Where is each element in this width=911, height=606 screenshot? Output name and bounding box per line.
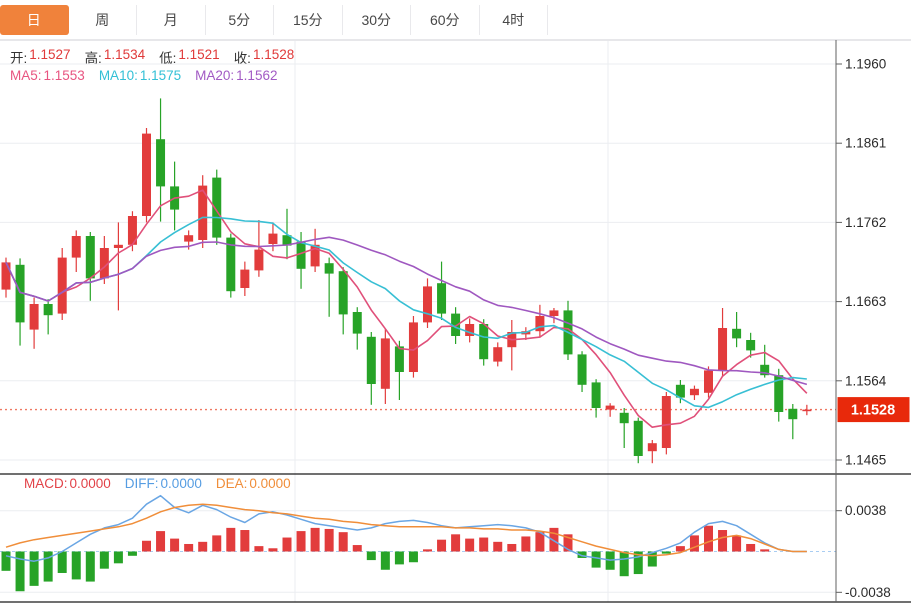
tab-30min[interactable]: 30分 <box>343 5 412 35</box>
macd-pane-histogram[interactable] <box>2 526 770 592</box>
svg-text:1.1465: 1.1465 <box>845 453 886 468</box>
svg-text:1.1960: 1.1960 <box>845 57 886 72</box>
ma10-line <box>6 217 807 407</box>
dea-line <box>6 504 807 556</box>
svg-text:0.0038: 0.0038 <box>845 503 886 518</box>
svg-text:1.1528: 1.1528 <box>851 403 895 419</box>
tab-week[interactable]: 周 <box>69 5 138 35</box>
svg-text:1.1564: 1.1564 <box>845 373 887 388</box>
tab-60min[interactable]: 60分 <box>411 5 480 35</box>
tab-15min[interactable]: 15分 <box>274 5 343 35</box>
ma20-line <box>6 237 807 384</box>
svg-text:-0.0038: -0.0038 <box>845 585 891 600</box>
tab-day[interactable]: 日 <box>0 5 69 35</box>
timeframe-tabs: 日周月5分15分30分60分4时 <box>0 0 911 40</box>
svg-text:1.1861: 1.1861 <box>845 136 886 151</box>
forex-chart-app: { "toolbar": { "tabs": [ {"id":"day","la… <box>0 0 911 606</box>
svg-text:1.1663: 1.1663 <box>845 294 886 309</box>
svg-text:1.1762: 1.1762 <box>845 215 886 230</box>
tab-month[interactable]: 月 <box>137 5 206 35</box>
chart-canvas[interactable]: 1.1960 1.1861 1.1762 1.1663 1.1564 1.1465 0.00… <box>0 40 911 606</box>
tab-4hour[interactable]: 4时 <box>480 5 549 35</box>
price-axis: 1.1960 1.1861 1.1762 1.1663 1.1564 1.1465 0.00… <box>836 40 891 602</box>
tab-5min[interactable]: 5分 <box>206 5 275 35</box>
ma5-line <box>6 190 807 427</box>
price-pane-candles[interactable] <box>2 98 812 463</box>
current-price-tag: 1.1528 <box>838 397 910 422</box>
